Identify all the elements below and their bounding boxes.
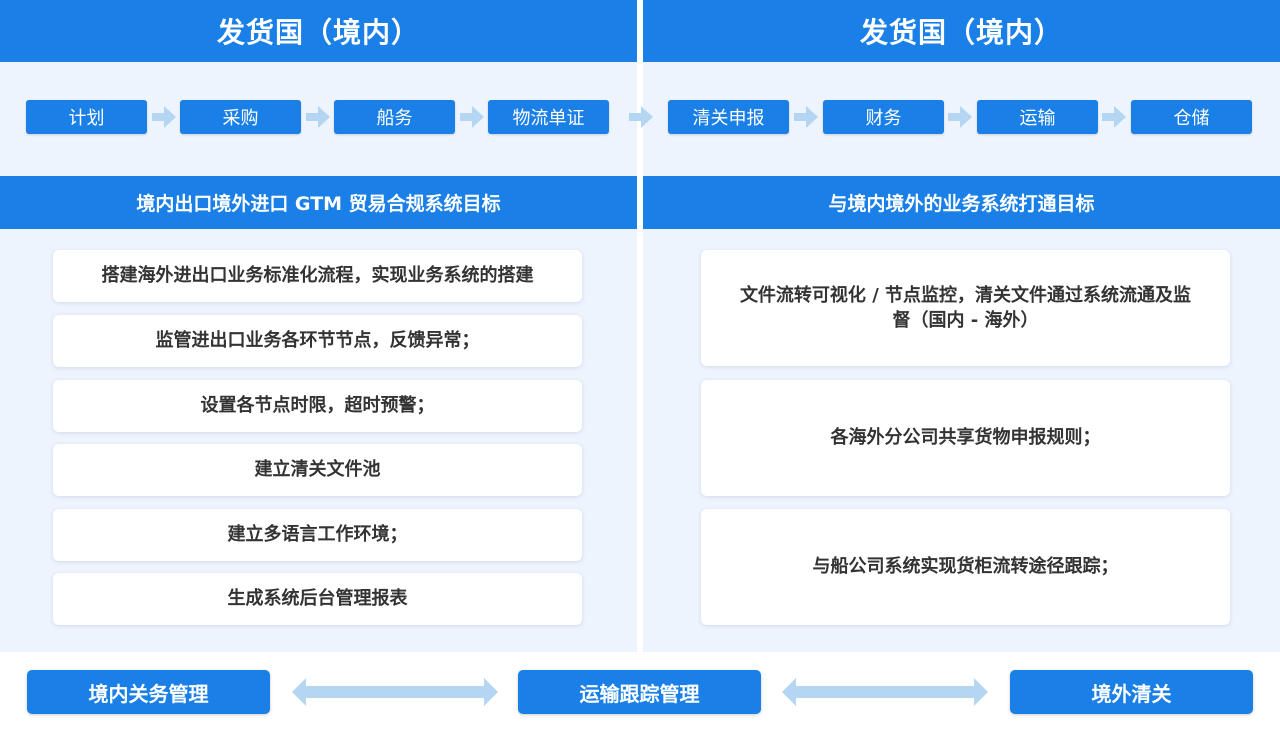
double-arrow-icon [782, 678, 988, 706]
left-goal-card: 设置各节点时限，超时预警； [53, 380, 582, 432]
right-goal-card: 各海外分公司共享货物申报规则； [701, 380, 1230, 496]
flow-arrow-icon [948, 106, 972, 128]
flow-arrow-icon [152, 106, 176, 128]
flow-step-transport[interactable]: 运输 [977, 100, 1098, 134]
left-goal-card: 建立多语言工作环境； [53, 509, 582, 561]
right-title: 发货国（境内） [643, 0, 1280, 62]
flow-arrow-icon [794, 106, 818, 128]
right-goal-header: 与境内境外的业务系统打通目标 [643, 176, 1280, 229]
double-arrow-icon [292, 678, 498, 706]
domestic-customs-button[interactable]: 境内关务管理 [27, 670, 270, 714]
flow-step-shipping[interactable]: 船务 [334, 100, 455, 134]
flow-step-logistics-docs[interactable]: 物流单证 [488, 100, 609, 134]
left-goal-card: 建立清关文件池 [53, 444, 582, 496]
flow-step-warehouse[interactable]: 仓储 [1131, 100, 1252, 134]
right-goal-card: 与船公司系统实现货柜流转途径跟踪； [701, 509, 1230, 625]
flow-arrow-icon [1102, 106, 1126, 128]
flow-step-finance[interactable]: 财务 [823, 100, 944, 134]
left-goal-card: 生成系统后台管理报表 [53, 573, 582, 625]
left-goal-card: 监管进出口业务各环节节点，反馈异常； [53, 315, 582, 367]
overseas-clearance-button[interactable]: 境外清关 [1010, 670, 1253, 714]
left-goal-header: 境内出口境外进口 GTM 贸易合规系统目标 [0, 176, 637, 229]
left-goal-card: 搭建海外进出口业务标准化流程，实现业务系统的搭建 [53, 250, 582, 302]
flow-step-customs-declaration[interactable]: 清关申报 [668, 100, 789, 134]
flow-step-purchase[interactable]: 采购 [180, 100, 301, 134]
flow-arrow-icon [460, 106, 484, 128]
transport-tracking-button[interactable]: 运输跟踪管理 [518, 670, 761, 714]
flow-arrow-icon [306, 106, 330, 128]
flow-step-plan[interactable]: 计划 [26, 100, 147, 134]
right-goal-card: 文件流转可视化 / 节点监控，清关文件通过系统流通及监督（国内 - 海外） [701, 250, 1230, 366]
left-title: 发货国（境内） [0, 0, 637, 62]
flow-arrow-icon [629, 106, 653, 128]
